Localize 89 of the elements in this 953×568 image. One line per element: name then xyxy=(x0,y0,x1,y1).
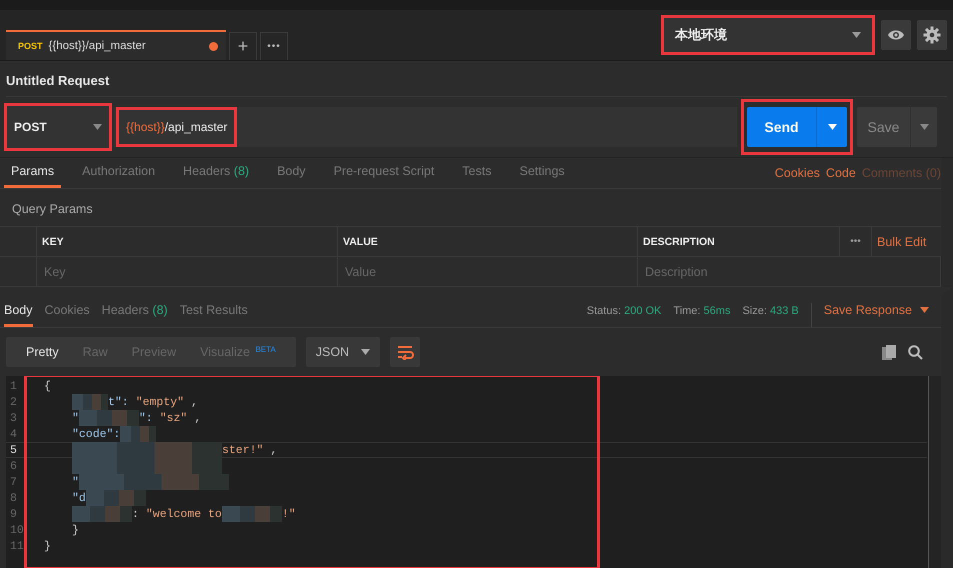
code-token: "code": xyxy=(72,428,120,440)
response-tab[interactable]: Test Results xyxy=(180,303,248,327)
code-token: } xyxy=(44,540,51,552)
code-token: "d xyxy=(72,492,86,504)
response-tab[interactable]: Cookies xyxy=(44,303,90,327)
wrap-lines-icon xyxy=(396,344,414,360)
response-tab[interactable]: Headers (8) xyxy=(102,303,168,327)
redaction-mark xyxy=(72,506,132,522)
code-token: , xyxy=(194,412,202,424)
code-token: } xyxy=(72,524,79,536)
settings-icon xyxy=(923,26,941,44)
caret-icon xyxy=(852,32,861,38)
code-token: ": xyxy=(138,412,153,424)
line-number: 10 xyxy=(9,524,25,536)
line-number: 1 xyxy=(9,380,18,392)
copy-icon[interactable] xyxy=(882,344,896,360)
input-field[interactable]: Value xyxy=(343,264,637,280)
caret-icon xyxy=(93,124,102,130)
method-select[interactable]: POST xyxy=(6,105,110,149)
redaction-mark xyxy=(222,506,282,522)
status-value: 200 OK xyxy=(624,305,662,317)
code-token: , xyxy=(191,396,198,408)
code-token: "empty" xyxy=(136,396,184,408)
column-header: DESCRIPTION xyxy=(638,227,840,257)
save-response-button[interactable]: Save Response xyxy=(810,303,941,327)
status-label: Time: xyxy=(673,305,700,317)
request-tab[interactable]: POST {{host}}/api_master xyxy=(6,30,226,60)
request-tab[interactable]: Params xyxy=(4,164,62,188)
caret-icon xyxy=(920,307,929,313)
more-button[interactable]: ••• xyxy=(840,227,872,257)
status-value: 433 B xyxy=(770,305,799,317)
bulk-edit-link[interactable]: Bulk Edit xyxy=(872,227,941,257)
request-tab[interactable]: Authorization xyxy=(75,164,162,188)
line-number: 9 xyxy=(9,508,18,520)
request-tab[interactable]: Body xyxy=(270,164,313,188)
line-number: 3 xyxy=(9,412,18,424)
code-token: "sz" xyxy=(160,412,188,424)
request-tab[interactable]: Pre-request Script xyxy=(326,164,442,188)
line-number: 8 xyxy=(9,492,18,504)
environment-select[interactable]: 本地环境 xyxy=(663,17,873,53)
code-token: ster!" xyxy=(222,444,264,456)
url-field[interactable]: {{host}}/api_master xyxy=(114,107,737,147)
search-icon[interactable] xyxy=(908,344,923,360)
code-token: " xyxy=(72,412,79,424)
eye-button[interactable] xyxy=(881,20,911,50)
line-number: 11 xyxy=(9,540,25,552)
new-tab-button[interactable]: + xyxy=(229,32,257,60)
scrollbar[interactable] xyxy=(928,376,941,568)
code-token: { xyxy=(44,380,51,392)
tab-title: {{host}}/api_master xyxy=(48,40,147,52)
save-button[interactable]: Save xyxy=(857,107,937,147)
code-token: t": xyxy=(108,396,129,408)
link[interactable]: Cookies xyxy=(774,166,820,188)
section-title: Query Params xyxy=(0,189,941,227)
caret-icon xyxy=(361,349,370,355)
code-token: , xyxy=(270,444,278,456)
more-button[interactable]: ••• xyxy=(260,32,288,60)
request-tab[interactable]: Settings xyxy=(512,164,572,188)
caret-icon xyxy=(828,124,836,130)
line-number: 5 xyxy=(9,444,18,456)
view-mode-tab[interactable]: Pretty xyxy=(14,345,71,359)
format-select[interactable]: JSON xyxy=(306,337,380,367)
link[interactable]: Code xyxy=(826,166,856,188)
line-number: 2 xyxy=(9,396,18,408)
status-label: Size: xyxy=(742,305,767,317)
request-title: Untitled Request xyxy=(6,72,110,90)
status-value: 56ms xyxy=(704,305,730,317)
line-number: 6 xyxy=(9,460,18,472)
status-label: Status: xyxy=(586,305,622,317)
eye-icon xyxy=(887,29,905,41)
wrap-button[interactable] xyxy=(390,337,420,367)
code-token: : xyxy=(132,508,139,520)
input-field[interactable]: Description xyxy=(643,264,940,280)
code-token: !" xyxy=(282,508,296,520)
response-tab[interactable]: Body xyxy=(4,303,32,327)
method-label: POST xyxy=(18,41,43,51)
request-tab[interactable]: Headers (8) xyxy=(176,164,256,188)
caret-icon xyxy=(920,124,928,130)
line-number: 7 xyxy=(9,476,18,488)
request-tab[interactable]: Tests xyxy=(455,164,498,188)
line-number: 4 xyxy=(9,428,18,440)
settings-button[interactable] xyxy=(917,20,947,50)
input-field[interactable]: Key xyxy=(42,264,337,280)
code-token: "welcome to xyxy=(146,508,222,520)
send-button[interactable]: Send xyxy=(747,107,847,147)
code-token: " xyxy=(72,476,79,488)
disabled-link: Comments (0) xyxy=(862,166,941,182)
column-header: VALUE xyxy=(338,227,638,257)
column-header: KEY xyxy=(37,227,338,257)
